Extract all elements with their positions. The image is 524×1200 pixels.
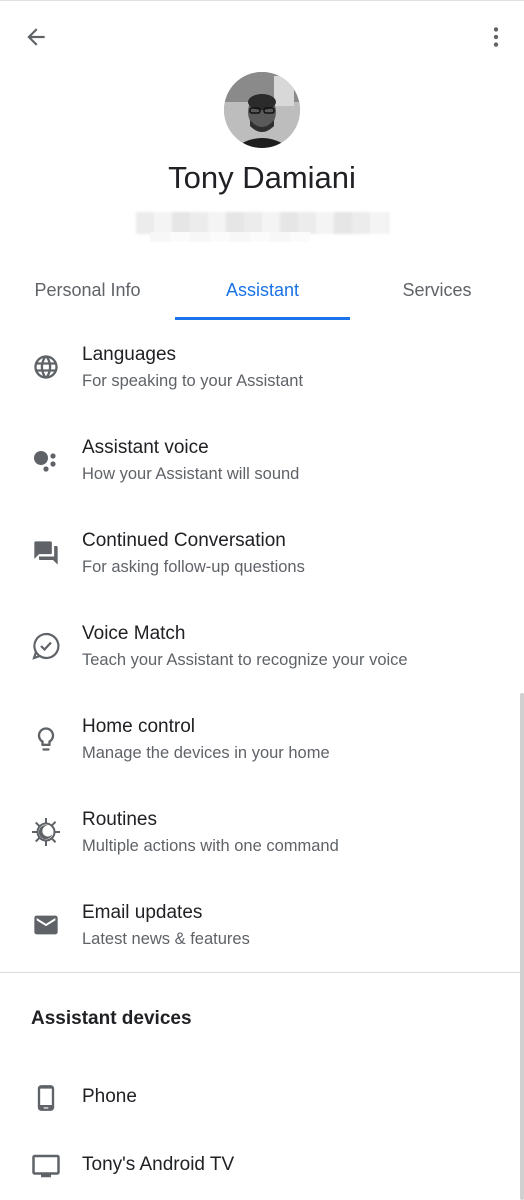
setting-title: Continued Conversation [82,530,286,551]
setting-subtitle: Latest news & features [82,930,250,948]
more-options-button[interactable] [474,15,518,59]
device-phone[interactable]: Phone [0,1070,524,1126]
setting-title: Home control [82,716,195,737]
lightbulb-icon [26,719,66,759]
device-android-tv[interactable]: Tony's Android TV [0,1138,524,1194]
setting-title: Routines [82,809,157,830]
tab-services[interactable]: Services [350,270,524,318]
avatar-photo [224,72,300,148]
globe-icon [26,347,66,387]
more-vert-icon [493,27,499,47]
setting-subtitle: Manage the devices in your home [82,744,330,762]
scrollbar[interactable] [520,693,524,1200]
section-divider [0,972,524,973]
email-icon [26,905,66,945]
setting-title: Assistant voice [82,437,209,458]
assistant-dots-icon [26,440,66,480]
setting-assistant-voice[interactable]: Assistant voice How your Assistant will … [0,428,524,521]
phone-icon [26,1078,66,1118]
avatar[interactable] [224,72,300,148]
setting-subtitle: Teach your Assistant to recognize your v… [82,651,408,669]
setting-continued-conversation[interactable]: Continued Conversation For asking follow… [0,521,524,614]
setting-home-control[interactable]: Home control Manage the devices in your … [0,707,524,800]
section-title-assistant-devices: Assistant devices [31,1008,192,1029]
device-label: Tony's Android TV [82,1154,235,1175]
chat-bubbles-icon [26,533,66,573]
setting-subtitle: Multiple actions with one command [82,837,339,855]
arrow-back-icon [27,28,45,46]
setting-routines[interactable]: Routines Multiple actions with one comma… [0,800,524,893]
tv-icon [26,1146,66,1186]
setting-subtitle: For speaking to your Assistant [82,372,304,390]
setting-title: Languages [82,344,177,365]
setting-subtitle: How your Assistant will sound [82,465,300,483]
tab-personal-info[interactable]: Personal Info [0,270,175,318]
profile-name: Tony Damiani [168,160,356,195]
tab-assistant[interactable]: Assistant [175,270,350,318]
blurred-email-shadow [150,232,310,242]
setting-title: Email updates [82,902,203,923]
setting-subtitle: For asking follow-up questions [82,558,305,576]
routines-icon [26,812,66,852]
selected-tab-indicator [175,317,350,320]
device-label: Phone [82,1086,137,1107]
tab-bar: Personal Info Assistant Services [0,270,524,320]
top-divider [0,0,524,1]
setting-voice-match[interactable]: Voice Match Teach your Assistant to reco… [0,614,524,707]
blurred-email [136,212,389,234]
setting-title: Voice Match [82,623,186,644]
back-button[interactable] [14,15,58,59]
setting-languages[interactable]: Languages For speaking to your Assistant [0,335,524,428]
voice-match-icon [26,626,66,666]
